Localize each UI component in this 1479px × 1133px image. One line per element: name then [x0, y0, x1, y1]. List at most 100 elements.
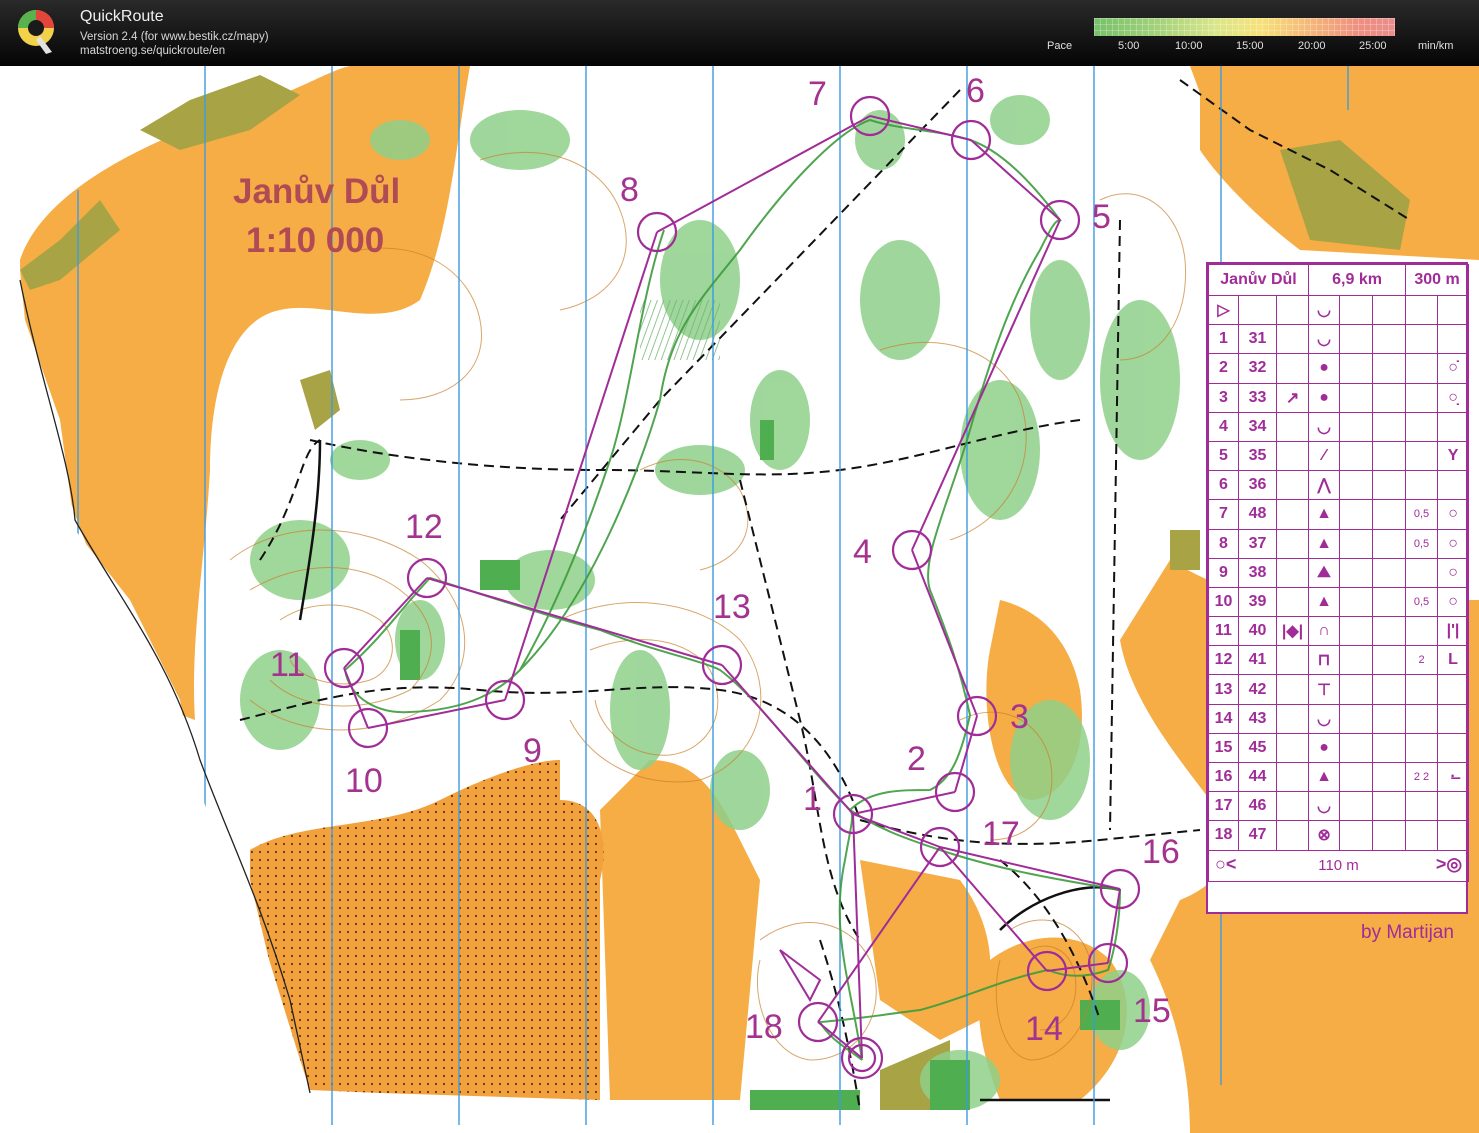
- appearance-cell: [1339, 703, 1374, 734]
- pace-label: Pace: [1047, 40, 1073, 52]
- feature-symbol: ◡: [1308, 791, 1341, 822]
- appearance-cell: [1339, 324, 1374, 355]
- appearance-cell: [1339, 528, 1374, 559]
- dimension-text: [1405, 440, 1439, 472]
- location-symbol: ○: [1437, 586, 1470, 618]
- detail-cell: [1372, 791, 1407, 822]
- direction-symbol: [1275, 586, 1310, 618]
- control-number: 16: [1142, 833, 1180, 871]
- feature-symbol: ⁄: [1308, 440, 1341, 472]
- control-sequence-number: 7: [1208, 499, 1239, 530]
- control-number: 1: [803, 780, 822, 818]
- control-number: 15: [1133, 992, 1171, 1030]
- map-credit: by Martijan: [1361, 922, 1454, 943]
- feature-symbol: ⋀: [1308, 470, 1341, 501]
- description-row: 5 35 ⁄ Y: [1208, 440, 1470, 472]
- control-code: 38: [1238, 557, 1277, 588]
- pace-tick: 20:00: [1298, 40, 1326, 52]
- location-symbol: ○: [1437, 528, 1470, 559]
- feature-symbol: ◡: [1308, 703, 1341, 734]
- description-row: 8 37 ▲ 0,5 ○: [1208, 528, 1470, 559]
- description-row: 2 32 ● ○̇: [1208, 353, 1470, 384]
- control-code: 44: [1238, 761, 1277, 793]
- pace-tick: 10:00: [1175, 40, 1203, 52]
- quickroute-logo-icon: [18, 10, 54, 54]
- control-code: 46: [1238, 791, 1277, 822]
- direction-symbol: [1275, 761, 1310, 793]
- location-symbol: ○: [1437, 499, 1470, 530]
- description-row: 6 36 ⋀: [1208, 470, 1470, 501]
- location-symbol: ○̇: [1437, 353, 1470, 384]
- control-number: 11: [270, 646, 306, 684]
- dimension-text: [1405, 470, 1439, 501]
- app-version: Version 2.4 (for www.bestik.cz/mapy): [80, 31, 269, 43]
- control-sequence-number: 13: [1208, 674, 1239, 705]
- control-code: 47: [1238, 820, 1277, 851]
- appearance-cell: [1339, 616, 1374, 647]
- appearance-cell: [1339, 674, 1374, 705]
- control-code: 48: [1238, 499, 1277, 530]
- detail-cell: [1372, 761, 1407, 793]
- control-code: 41: [1238, 645, 1277, 676]
- pace-tick: 15:00: [1236, 40, 1264, 52]
- location-symbol: [1437, 470, 1470, 501]
- detail-cell: [1372, 440, 1407, 472]
- feature-symbol: ⊗: [1308, 820, 1341, 851]
- finish-row: ○< 110 m >◎: [1207, 849, 1470, 882]
- feature-symbol: ∩: [1308, 616, 1341, 647]
- appearance-cell: [1339, 732, 1374, 764]
- feature-symbol: ●: [1308, 353, 1341, 384]
- detail-cell: [1372, 382, 1407, 413]
- dimension-text: 0,5: [1405, 499, 1439, 530]
- feature-symbol: ●: [1308, 732, 1341, 764]
- dimension-text: [1405, 820, 1439, 851]
- pace-unit: min/km: [1418, 40, 1454, 52]
- feature-symbol: ⛰: [1308, 557, 1341, 588]
- dimension-text: [1405, 557, 1439, 588]
- appearance-cell: [1339, 820, 1374, 851]
- control-code: 40: [1238, 616, 1277, 647]
- feature-symbol: ⊓: [1308, 645, 1341, 676]
- appearance-cell: [1339, 499, 1374, 530]
- control-sequence-number: 10: [1208, 586, 1239, 618]
- app-url[interactable]: matstroeng.se/quickroute/en: [80, 45, 225, 57]
- direction-symbol: [1275, 440, 1310, 472]
- location-symbol: [1437, 791, 1470, 822]
- detail-cell: [1372, 353, 1407, 384]
- feature-symbol: ▲: [1308, 528, 1341, 559]
- dimension-text: [1405, 703, 1439, 734]
- direction-symbol: [1275, 791, 1310, 822]
- direction-symbol: [1275, 820, 1310, 851]
- detail-cell: [1372, 645, 1407, 676]
- control-number: 12: [405, 508, 443, 546]
- location-symbol: [1437, 411, 1470, 442]
- control-sequence-number: 1: [1208, 324, 1239, 355]
- location-symbol: Y: [1437, 440, 1470, 472]
- detail-cell: [1372, 470, 1407, 501]
- detail-cell: [1372, 616, 1407, 647]
- description-row: 1 31 ◡: [1208, 324, 1470, 355]
- feature-symbol: ▲: [1308, 499, 1341, 530]
- detail-cell: [1372, 732, 1407, 764]
- control-description-sheet: Janův Důl 6,9 km 300 m ▷ ◡ 1 31 ◡ 2 32 ● ○̇ 3 33…: [1206, 262, 1470, 914]
- control-number: 10: [345, 762, 383, 800]
- detail-cell: [1372, 586, 1407, 618]
- appearance-cell: [1339, 470, 1374, 501]
- appearance-cell: [1339, 586, 1374, 618]
- description-row: 16 44 ▲ 2 2 ·̶: [1208, 761, 1470, 793]
- dimension-text: [1405, 732, 1439, 764]
- control-number: 5: [1092, 198, 1111, 236]
- control-sequence-number: 18: [1208, 820, 1239, 851]
- control-sequence-number: 17: [1208, 791, 1239, 822]
- detail-cell: [1372, 528, 1407, 559]
- dimension-text: [1405, 616, 1439, 647]
- control-code: 34: [1238, 411, 1277, 442]
- description-row: 10 39 ▲ 0,5 ○: [1208, 586, 1470, 618]
- direction-symbol: [1275, 674, 1310, 705]
- direction-symbol: [1275, 470, 1310, 501]
- finish-distance: 110 m: [1318, 856, 1359, 874]
- direction-symbol: [1275, 411, 1310, 442]
- appearance-cell: [1339, 353, 1374, 384]
- finish-start-icon: ○<: [1215, 853, 1237, 874]
- feature-icon: ◡: [1308, 294, 1341, 326]
